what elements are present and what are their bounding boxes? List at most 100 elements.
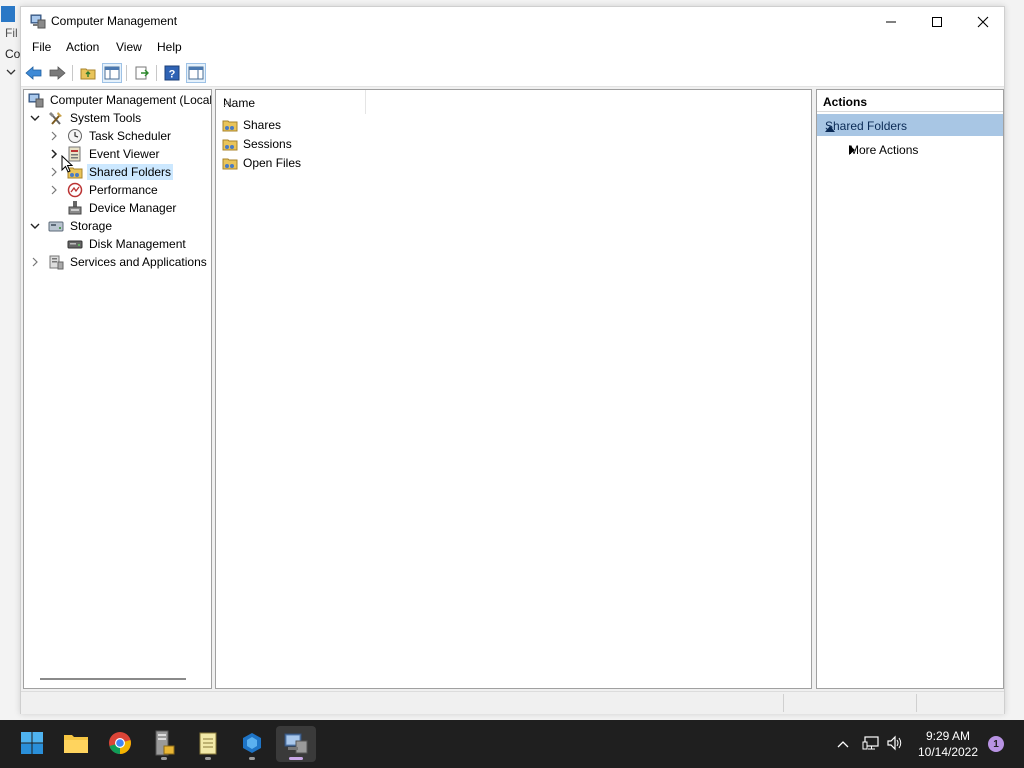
status-bar (21, 691, 1004, 714)
taskbar-file-explorer[interactable] (56, 726, 96, 762)
system-tools-icon (48, 110, 64, 126)
tree-item-task-scheduler[interactable]: Task Scheduler (48, 127, 173, 145)
tree-item-device-manager[interactable]: Device Manager (48, 199, 178, 217)
taskbar-azure[interactable] (232, 726, 272, 762)
speaker-icon (886, 735, 904, 754)
more-actions-item[interactable]: More Actions (817, 138, 1003, 160)
minimize-button[interactable] (868, 7, 914, 37)
tree-item-storage[interactable]: Storage (29, 217, 114, 235)
active-indicator (289, 757, 303, 760)
actions-section-shared-folders[interactable]: Shared Folders (817, 114, 1003, 136)
results-list-pane[interactable]: Name Shares Sessions Open Files (215, 89, 812, 689)
notepad-icon (197, 731, 219, 758)
maximize-button[interactable] (914, 7, 960, 37)
tree-item-performance[interactable]: Performance (48, 181, 160, 199)
show-hidden-icons-button[interactable] (832, 720, 854, 768)
clock-icon (67, 128, 83, 144)
show-hide-action-pane-icon[interactable] (186, 63, 206, 83)
menu-action[interactable]: Action (64, 40, 101, 54)
tree-item-services-and-applications[interactable]: Services and Applications (29, 253, 209, 271)
close-button[interactable] (960, 7, 1006, 37)
sort-ascending-icon (223, 96, 233, 110)
tree-item-system-tools[interactable]: System Tools (29, 109, 143, 127)
tree-item-label: Storage (70, 219, 113, 233)
mouse-cursor-icon (61, 154, 74, 176)
back-arrow-icon[interactable] (24, 63, 44, 83)
volume-button[interactable] (884, 720, 906, 768)
chevron-right-icon[interactable] (48, 166, 60, 178)
background-app-icon (1, 6, 15, 22)
list-item-sessions[interactable]: Sessions (222, 135, 294, 153)
toolbar-separator (72, 65, 73, 81)
tree-item-label: Shared Folders (87, 164, 174, 180)
help-icon[interactable]: ? (162, 63, 182, 83)
tree-item-label: Services and Applications (70, 255, 207, 269)
up-folder-icon[interactable] (78, 63, 98, 83)
tree-horizontal-scrollbar[interactable] (40, 678, 186, 680)
taskbar-computer-management[interactable] (276, 726, 316, 762)
tree-root[interactable]: Computer Management (Local (28, 91, 212, 109)
taskbar-chrome[interactable] (100, 726, 140, 762)
tree-item-label: Performance (89, 183, 158, 197)
status-separator (916, 694, 917, 712)
storage-icon (48, 218, 64, 234)
tree-item-label: Device Manager (89, 201, 177, 215)
device-manager-icon (67, 200, 83, 216)
notification-badge[interactable]: 1 (988, 736, 1004, 752)
menu-bar: File Action View Help (21, 37, 1004, 59)
clock-date: 10/14/2022 (917, 745, 979, 759)
start-button[interactable] (12, 726, 52, 762)
chevron-right-icon[interactable] (48, 184, 60, 196)
submenu-triangle-icon (849, 144, 995, 158)
actions-header-label: Actions (823, 95, 868, 109)
title-bar[interactable]: Computer Management (21, 7, 1004, 37)
taskbar-notepad[interactable] (188, 726, 228, 762)
column-header-name[interactable]: Name (216, 90, 366, 114)
tree-item-label: Disk Management (89, 237, 186, 251)
start-icon (20, 731, 44, 758)
network-icon (862, 735, 880, 754)
running-indicator (205, 757, 211, 760)
chevron-down-icon[interactable] (29, 220, 41, 232)
shared-folder-icon (222, 136, 238, 152)
menu-file[interactable]: File (30, 40, 53, 54)
status-separator (783, 694, 784, 712)
list-item-label: Open Files (243, 156, 302, 170)
collapse-triangle-icon[interactable] (825, 121, 997, 135)
toolbar-separator (126, 65, 127, 81)
computer-management-icon (28, 92, 44, 108)
tree-item-disk-management[interactable]: Disk Management (48, 235, 188, 253)
tree-item-label: Task Scheduler (89, 129, 172, 143)
window-title: Computer Management (51, 14, 178, 28)
export-list-icon[interactable] (132, 63, 152, 83)
menu-view[interactable]: View (114, 40, 144, 54)
taskbar-server-manager[interactable] (144, 726, 184, 762)
file-explorer-icon (63, 732, 89, 757)
taskbar-clock[interactable]: 9:29 AM 10/14/2022 (910, 728, 986, 760)
chevron-up-icon (837, 737, 849, 751)
chevron-right-icon[interactable] (48, 130, 60, 142)
show-hide-console-tree-icon[interactable] (102, 63, 122, 83)
tree-root-label: Computer Management (Local (50, 93, 212, 107)
list-item-open-files[interactable]: Open Files (222, 154, 303, 172)
disk-management-icon (67, 236, 83, 252)
background-chevron-icon (6, 66, 16, 80)
running-indicator (249, 757, 255, 760)
performance-icon (67, 182, 83, 198)
shared-folder-icon (222, 117, 238, 133)
console-tree-pane[interactable]: Computer Management (Local System Tools … (23, 89, 212, 689)
chevron-right-icon[interactable] (29, 256, 41, 268)
chrome-icon (108, 731, 132, 758)
chevron-right-icon[interactable] (48, 148, 60, 160)
svg-text:?: ? (169, 69, 176, 81)
chevron-down-icon[interactable] (29, 112, 41, 124)
computer-management-window: Computer Management File Action View Hel… (20, 6, 1005, 714)
services-icon (48, 254, 64, 270)
toolbar: ? (21, 59, 1004, 87)
forward-arrow-icon[interactable] (47, 63, 67, 83)
network-button[interactable] (860, 720, 882, 768)
menu-help[interactable]: Help (155, 40, 184, 54)
tree-item-label: Event Viewer (89, 147, 160, 161)
taskbar: 9:29 AM 10/14/2022 (0, 720, 1024, 768)
list-item-shares[interactable]: Shares (222, 116, 283, 134)
